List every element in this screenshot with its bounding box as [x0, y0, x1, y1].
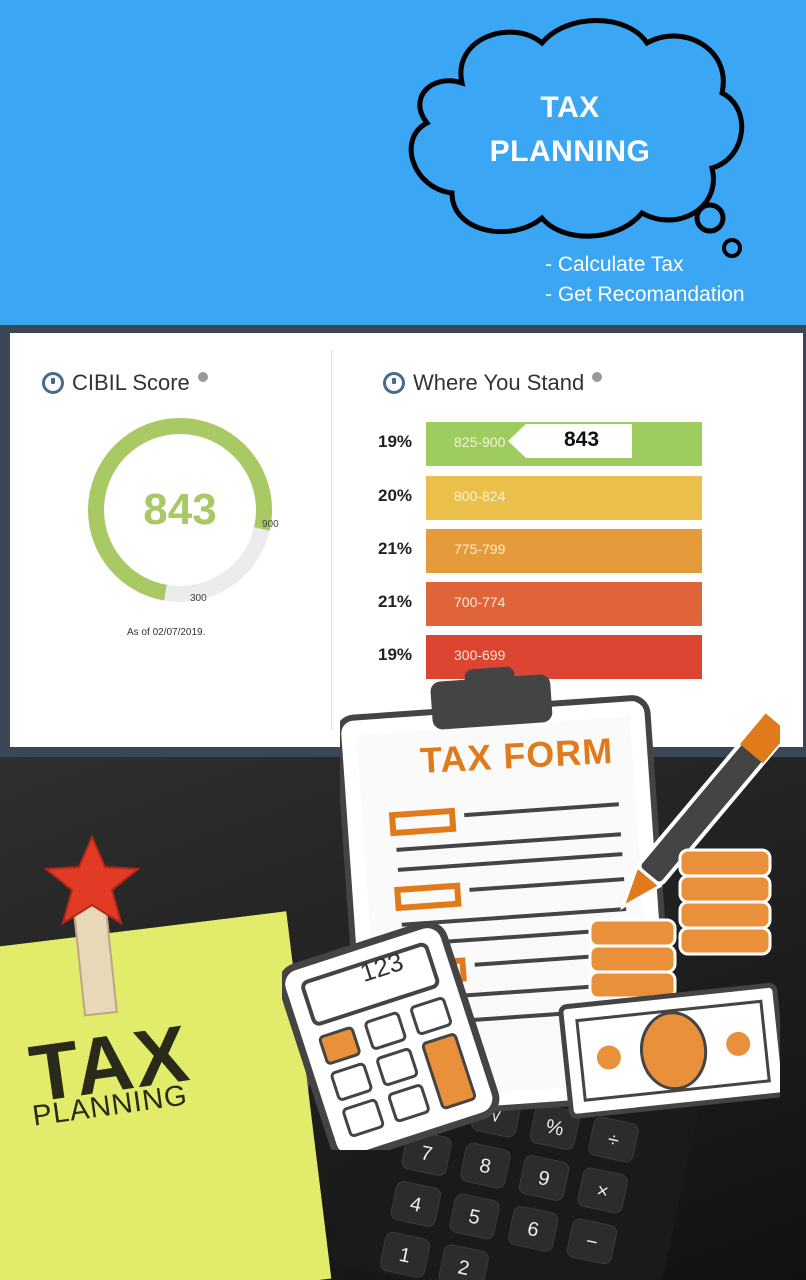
- band-bar: 825-900 843: [426, 422, 702, 466]
- calc-key: 4: [389, 1179, 443, 1229]
- clock-icon: [383, 372, 405, 394]
- band-percent: 21%: [378, 592, 413, 611]
- calc-key: 5: [447, 1192, 502, 1241]
- band-bar: 800-824: [426, 476, 702, 520]
- calc-key: 1: [378, 1230, 432, 1280]
- info-icon[interactable]: [197, 372, 208, 382]
- calc-key: 6: [506, 1204, 560, 1254]
- band-percent: 20%: [378, 486, 413, 505]
- band-range: 700-774: [454, 594, 506, 610]
- panel-divider: [331, 350, 332, 730]
- gauge-max-label: 900: [262, 519, 279, 530]
- banner-title-line2: PLANNING: [489, 135, 651, 168]
- bullet-get-recommendation: - Get Recomandation: [545, 283, 745, 306]
- band-bar: 775-799: [426, 529, 702, 573]
- banner-bullet-list: - Calculate Tax - Get Recomandation: [545, 250, 745, 310]
- calc-key: 2: [437, 1242, 491, 1280]
- cibil-score-title: CIBIL Score: [72, 370, 190, 395]
- marker-score: 843: [564, 428, 600, 451]
- cibil-score-value: 843: [143, 485, 217, 534]
- your-score-marker: 843: [508, 424, 632, 458]
- band-row: 20% 800-824: [378, 476, 708, 522]
- bullet-calculate-tax: - Calculate Tax: [545, 253, 684, 276]
- cibil-score-header: CIBIL Score: [42, 370, 208, 396]
- calc-key: ×: [576, 1166, 630, 1215]
- band-row: 21% 700-774: [378, 582, 708, 628]
- calc-key: −: [565, 1216, 619, 1266]
- band-row: 21% 775-799: [378, 529, 708, 575]
- band-percent: 21%: [378, 539, 413, 558]
- as-of-date: As of 02/07/2019.: [127, 627, 206, 638]
- band-percent: 19%: [378, 432, 413, 451]
- star-icon: [43, 834, 141, 926]
- band-range: 775-799: [454, 541, 506, 557]
- banner-title: TAX PLANNING: [455, 86, 685, 174]
- band-range: 300-699: [454, 647, 506, 663]
- gauge-min-label: 300: [190, 593, 207, 604]
- top-banner: TAX PLANNING - Calculate Tax - Get Recom…: [0, 0, 806, 325]
- band-range: 800-824: [454, 488, 506, 504]
- gauge-icon: [42, 372, 64, 394]
- band-percent: 19%: [378, 645, 413, 664]
- band-bar: 700-774: [426, 582, 702, 626]
- where-you-stand-title: Where You Stand: [413, 370, 585, 395]
- banner-title-line1: TAX: [540, 91, 600, 124]
- where-you-stand-header: Where You Stand: [383, 370, 603, 396]
- band-row: 19% 825-900 843: [378, 422, 708, 468]
- calc-key: 9: [517, 1153, 571, 1203]
- band-range: 825-900: [454, 434, 506, 450]
- info-icon[interactable]: [592, 372, 603, 382]
